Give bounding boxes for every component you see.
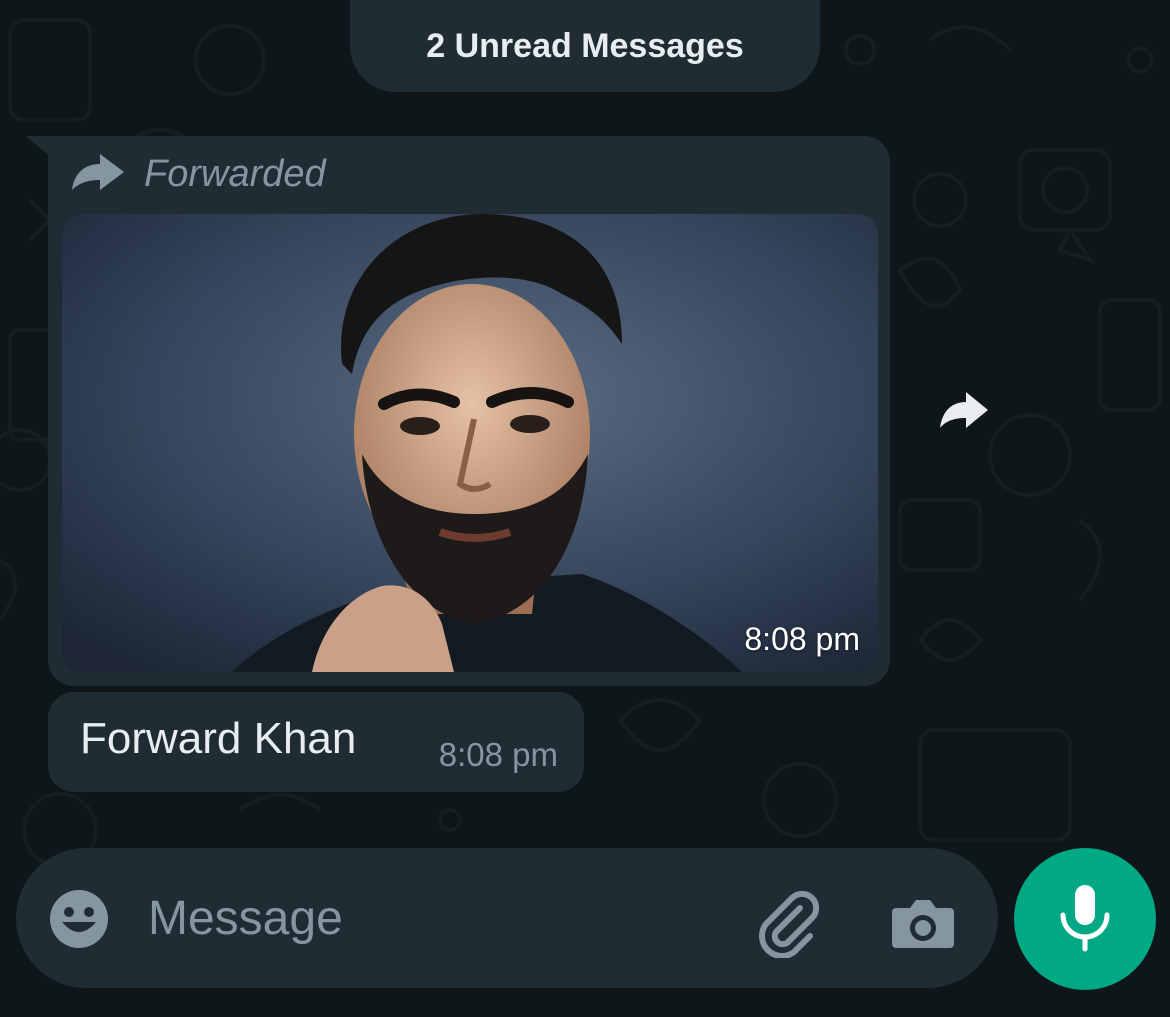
image-timestamp: 8:08 pm <box>744 621 860 657</box>
share-forward-icon <box>938 390 990 435</box>
message-bubble-text[interactable]: Forward Khan 8:08 pm <box>48 692 584 792</box>
forwarded-label: Forwarded <box>144 152 326 195</box>
unread-messages-label: 2 Unread Messages <box>426 26 744 65</box>
message-input[interactable] <box>148 878 728 958</box>
portrait-photo <box>62 214 878 672</box>
message-image[interactable]: 8:08 pm <box>62 214 878 672</box>
voice-record-button[interactable] <box>1014 848 1156 990</box>
paperclip-icon[interactable] <box>752 886 824 959</box>
chat-window: 2 Unread Messages Forwarded 8:08 pm Forw… <box>0 0 1170 1017</box>
unread-messages-banner: 2 Unread Messages <box>350 0 820 92</box>
forward-message-button[interactable] <box>932 384 996 440</box>
message-composer <box>16 848 998 988</box>
forwarded-indicator: Forwarded <box>70 152 326 196</box>
microphone-icon <box>1055 881 1115 958</box>
message-text: Forward Khan <box>80 714 357 763</box>
forward-arrow-icon <box>70 152 126 197</box>
emoji-icon[interactable] <box>48 888 110 950</box>
camera-icon[interactable] <box>886 886 958 958</box>
message-timestamp: 8:08 pm <box>438 736 558 773</box>
message-bubble-forwarded-image[interactable]: Forwarded 8:08 pm <box>48 136 890 686</box>
